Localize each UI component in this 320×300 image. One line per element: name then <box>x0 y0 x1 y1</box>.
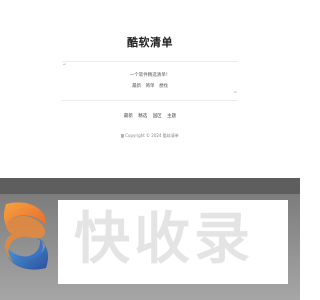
nav-item-theme[interactable]: 主题 <box>167 114 176 119</box>
s-swirl-logo-icon <box>3 202 49 270</box>
footer-copyright: Copyright © 2024 酷软清单 <box>125 133 179 138</box>
quote-close-mark: ” <box>233 91 237 98</box>
quote-link-find[interactable]: 想找 <box>159 84 168 89</box>
nav-item-featured[interactable]: 精选 <box>138 114 147 119</box>
page-content: 酷软清单 “ 一个软件精选清单！ 最新 简单 想找 ” 最新 精选 国区 主题 … <box>0 0 300 178</box>
nav-item-domestic[interactable]: 国区 <box>153 114 162 119</box>
nav-menu: 最新 精选 国区 主题 <box>0 113 300 119</box>
footer: Copyright © 2024 酷软清单 <box>0 133 300 139</box>
quote-open-mark: “ <box>63 63 67 70</box>
quote-link-simple[interactable]: 简单 <box>146 84 155 89</box>
nav-item-latest[interactable]: 最新 <box>124 114 133 119</box>
quote-block: “ 一个软件精选清单！ 最新 简单 想找 ” <box>62 61 238 101</box>
quote-links: 最新 简单 想找 <box>62 83 238 89</box>
watermark-top-bar <box>0 178 300 194</box>
quote-link-latest[interactable]: 最新 <box>132 84 141 89</box>
watermark-text: 快收录 <box>74 207 254 272</box>
quote-text: 一个软件精选清单！ <box>129 73 171 78</box>
site-title[interactable]: 酷软清单 <box>0 34 300 50</box>
shield-icon <box>121 134 125 138</box>
